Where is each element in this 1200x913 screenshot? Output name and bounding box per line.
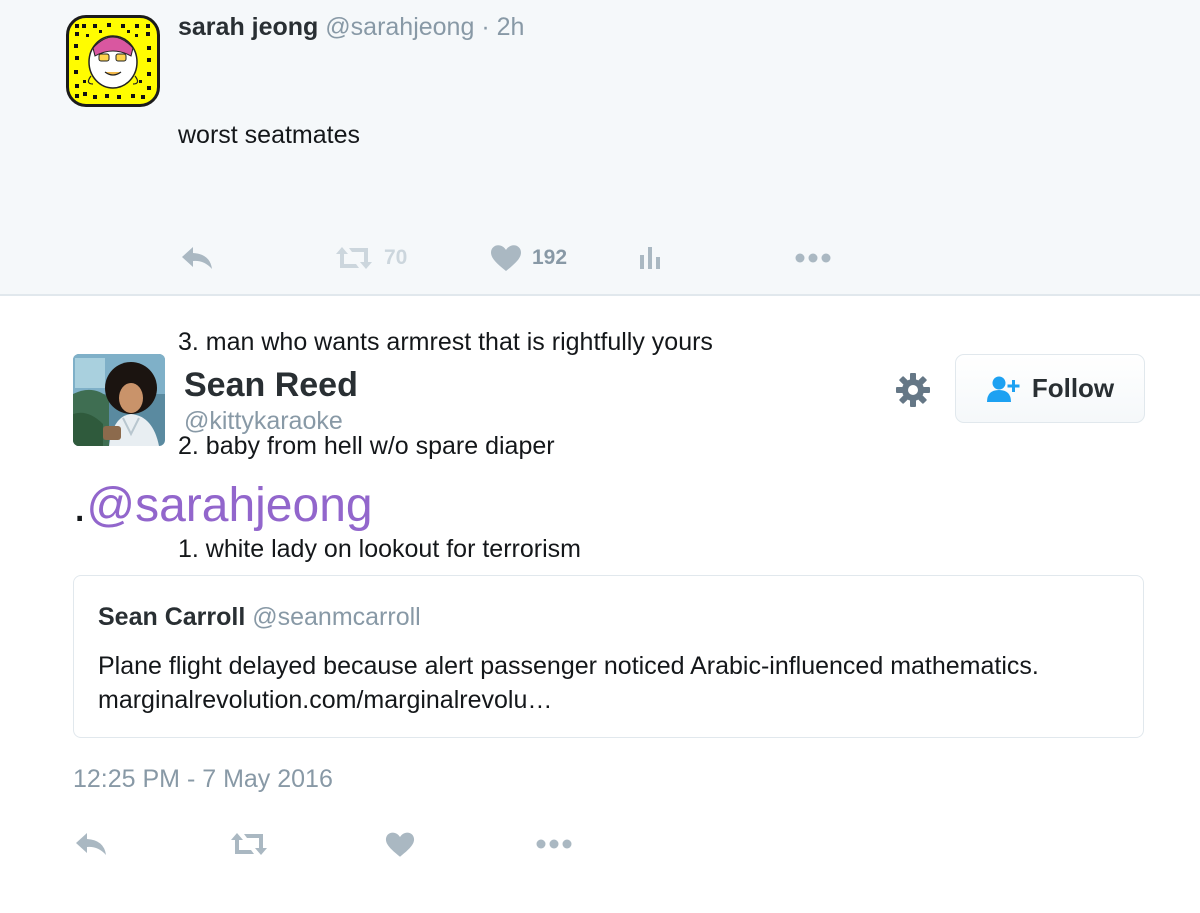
more-icon xyxy=(536,839,572,849)
author-name[interactable]: sarah jeong xyxy=(178,13,318,41)
reply-icon xyxy=(182,247,212,269)
author-name[interactable]: Sean Reed xyxy=(184,366,358,405)
heart-icon xyxy=(491,245,521,271)
tweet-text-line: 3. man who wants armrest that is rightfu… xyxy=(178,328,713,356)
retweet-icon xyxy=(336,247,372,269)
more-icon xyxy=(795,253,831,263)
analytics-icon xyxy=(640,247,660,269)
tweet-timestamp[interactable]: 12:25 PM - 7 May 2016 xyxy=(73,765,333,794)
add-user-icon xyxy=(986,376,1020,402)
avatar[interactable] xyxy=(73,354,165,446)
quoted-tweet-header: Sean Carroll @seanmcarroll xyxy=(98,603,421,632)
tweet-text: .@sarahjeong xyxy=(73,478,373,533)
tweet-time[interactable]: · 2h xyxy=(474,13,524,41)
reply-button[interactable] xyxy=(74,822,108,866)
tweet-text-line: worst seatmates xyxy=(178,121,361,149)
author-handle[interactable]: @kittykaraoke xyxy=(184,407,343,436)
parent-tweet[interactable]: sarah jeong @sarahjeong · 2h worst seatm… xyxy=(0,0,1200,563)
analytics-button[interactable] xyxy=(638,236,664,280)
parent-tweet-actions: 70 192 xyxy=(0,236,1200,280)
like-count: 192 xyxy=(532,246,568,269)
parent-tweet-header: sarah jeong @sarahjeong · 2h xyxy=(178,13,524,42)
author-handle[interactable]: @sarahjeong xyxy=(325,13,474,41)
retweet-count: 70 xyxy=(384,246,408,269)
retweet-button[interactable]: 70 xyxy=(334,236,407,280)
quoted-link[interactable]: marginalrevolution.com/marginalrevolu… xyxy=(98,683,1039,717)
retweet-icon xyxy=(231,833,267,855)
user-actions-button[interactable] xyxy=(893,370,933,410)
heart-icon xyxy=(385,832,415,857)
reply-icon xyxy=(76,833,106,855)
gear-icon xyxy=(896,373,930,407)
snapcode-icon xyxy=(74,23,151,99)
reply-button[interactable] xyxy=(180,236,214,280)
follow-button[interactable]: Follow xyxy=(955,354,1145,423)
quoted-author-name: Sean Carroll xyxy=(98,603,246,631)
quoted-tweet-text: Plane flight delayed because alert passe… xyxy=(98,649,1039,717)
quoted-tweet[interactable]: Sean Carroll @seanmcarroll Plane flight … xyxy=(73,575,1144,738)
tweet-text-line: 1. white lady on lookout for terrorism xyxy=(178,535,581,563)
follow-button-label: Follow xyxy=(1031,373,1115,403)
parent-tweet-text: worst seatmates 3. man who wants armrest… xyxy=(178,49,713,636)
mention-link[interactable]: @sarahjeong xyxy=(86,479,372,532)
tweet-text-prefix: . xyxy=(73,479,87,532)
retweet-button[interactable] xyxy=(229,822,269,866)
more-options-button[interactable] xyxy=(535,822,573,866)
like-button[interactable]: 192 xyxy=(490,236,567,280)
quoted-text-line: Plane flight delayed because alert passe… xyxy=(98,652,1039,680)
more-options-button[interactable] xyxy=(794,236,832,280)
avatar-snapcode[interactable] xyxy=(66,15,160,107)
tweet-actions xyxy=(0,822,1200,866)
like-button[interactable] xyxy=(385,822,415,866)
quoted-author-handle: @seanmcarroll xyxy=(252,603,421,631)
profile-photo-icon xyxy=(73,354,165,446)
